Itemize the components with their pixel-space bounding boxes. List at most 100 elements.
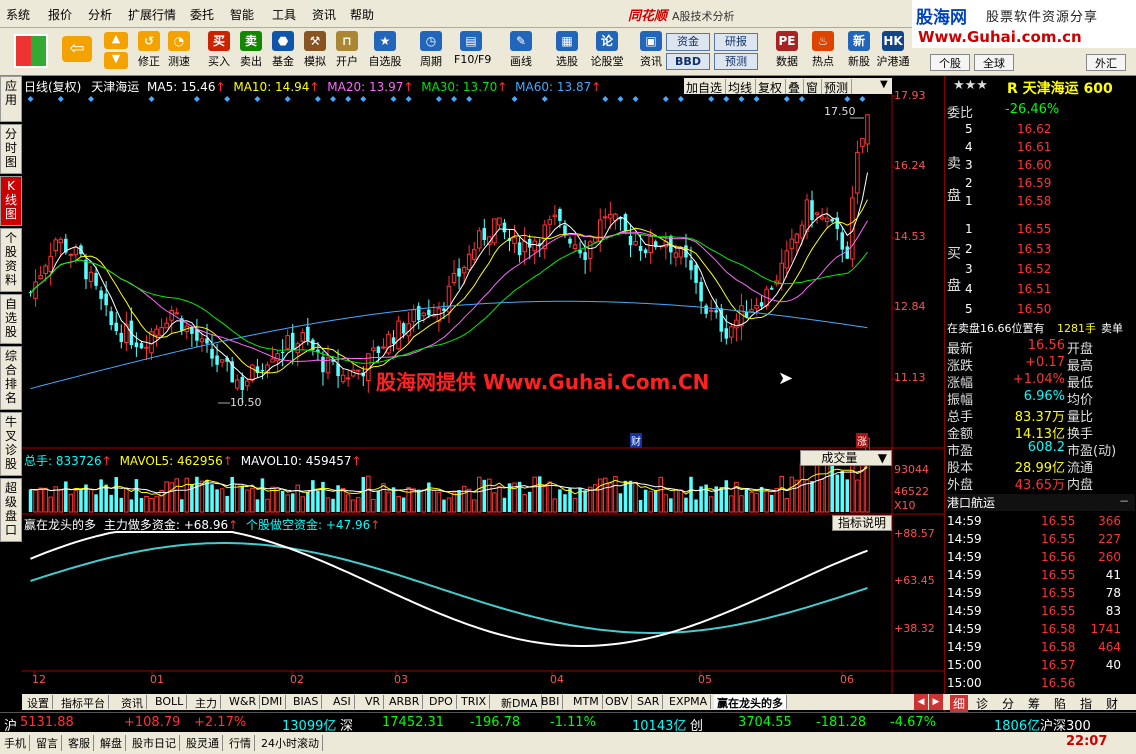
quote-tab-5[interactable]: 指 [1080,695,1092,712]
quote-tab-0[interactable]: 细 [950,695,969,712]
speed-test-button[interactable]: ◔ 测速 [164,31,194,69]
ticks-menu-icon[interactable]: − [1119,494,1129,508]
tab-single-stock[interactable]: 个股 [930,54,970,71]
indicator-tab-10[interactable]: ARBR [386,695,424,709]
quote-tab-6[interactable]: 财 [1106,695,1118,712]
toolbar-button-0[interactable]: 买买入 [202,31,236,69]
indicator-tab-13[interactable]: 新DMA [498,695,542,710]
indicator-tab-2[interactable]: 资讯 [118,695,147,710]
bottom-link-2[interactable]: 客服 [68,735,94,751]
sector-name[interactable]: 港口航运 [947,494,995,511]
indicator-tab-8[interactable]: ASI [330,695,355,709]
toolbar-button-12[interactable]: PE 数据 [770,31,804,69]
menu-item-0[interactable]: 系统 [6,6,30,23]
bottom-link-0[interactable]: 手机 [4,735,30,751]
toolbar-button-15[interactable]: HK 沪港通 [876,31,910,69]
indicator-tab-17[interactable]: SAR [634,695,664,709]
left-tab-3[interactable]: 个股资料 [0,228,22,292]
indicator-tab-1[interactable]: 指标平台 [58,695,109,710]
indicator-tab-11[interactable]: DPO [426,695,457,709]
indicator-tab-12[interactable]: TRIX [458,695,491,709]
indicator-tab-18[interactable]: EXPMA [666,695,712,709]
research-button[interactable]: 研报 [714,33,758,51]
ask-row[interactable]: 5 16.62 [945,122,1135,139]
indicator-tab-16[interactable]: OBV [602,695,633,709]
bottom-link-5[interactable]: 股灵通 [186,735,223,751]
left-tab-6[interactable]: 牛叉诊股 [0,412,22,476]
tab-scroll-left[interactable]: ◀ [914,694,928,710]
ask-row[interactable]: 2 16.59 [945,176,1135,193]
menu-item-8[interactable]: 帮助 [350,6,374,23]
tab-global[interactable]: 全球 [974,54,1014,71]
left-tab-0[interactable]: 应用 [0,76,22,122]
bid-row[interactable]: 3 16.52 [945,262,1135,279]
volume-dropdown[interactable]: 成交量 ▼ [800,450,892,466]
menu-item-5[interactable]: 智能 [230,6,254,23]
indicator-help-button[interactable]: 指标说明 [832,515,892,531]
indicator-tab-19[interactable]: 赢在龙头的多 [714,695,787,710]
indicator-tab-15[interactable]: MTM [570,695,603,709]
fix-button[interactable]: ↺ 修正 [134,31,164,69]
bottom-link-4[interactable]: 股市日记 [132,735,180,751]
left-tab-7[interactable]: 超级盘口 [0,478,22,542]
toolbar-button-1[interactable]: 卖卖出 [234,31,268,69]
forecast-button[interactable]: 预测 [714,53,758,70]
period-label[interactable]: 日线(复权) [24,80,81,94]
indicator-tab-9[interactable]: VR [362,695,385,709]
fund-button[interactable]: 资金 [666,33,710,51]
indicator-tab-5[interactable]: W&R [226,695,261,709]
indicator-name[interactable]: 赢在龙头的多 [24,518,96,532]
indicator-tab-3[interactable]: BOLL [152,695,188,709]
menu-item-1[interactable]: 报价 [48,6,72,23]
toolbar-button-7[interactable]: ▤ F10/F9 [454,31,491,66]
toolbar-button-13[interactable]: ♨ 热点 [806,31,840,69]
menu-item-6[interactable]: 工具 [272,6,296,23]
left-tab-5[interactable]: 综合排名 [0,346,22,410]
toolbar-button-11[interactable]: ▣ 资讯 [634,31,668,69]
toolbar-button-3[interactable]: ⚒ 模拟 [298,31,332,69]
chart-menu-chevron-icon[interactable]: ▼ [880,79,888,90]
toolbar-button-2[interactable]: ⬣ 基金 [266,31,300,69]
indicator-tab-0[interactable]: 设置 [24,695,53,710]
toolbar-button-5[interactable]: ★ 自选股 [368,31,402,69]
bid-row[interactable]: 2 16.53 [945,242,1135,259]
ask-row[interactable]: 4 16.61 [945,140,1135,157]
bid-row[interactable]: 1 16.55 [945,222,1135,239]
layout-icon[interactable] [14,34,48,68]
left-tab-4[interactable]: 自选股 [0,294,22,344]
quote-tab-3[interactable]: 筹 [1028,695,1040,712]
indicator-tab-7[interactable]: BIAS [290,695,323,709]
quote-tab-1[interactable]: 诊 [976,695,988,712]
indicator-tab-4[interactable]: 主力 [192,695,221,710]
quote-tab-4[interactable]: 陷 [1054,695,1066,712]
toolbar-button-4[interactable]: ⊓ 开户 [330,31,364,69]
indicator-tab-14[interactable]: BBI [538,695,564,709]
scroll-down-button[interactable]: ▼ [104,52,128,69]
tab-forex[interactable]: 外汇 [1086,54,1126,71]
financial-report-marker[interactable]: 财 [630,433,642,448]
toolbar-button-14[interactable]: 新新股 [842,31,876,69]
bid-row[interactable]: 5 16.50 [945,302,1135,319]
left-tab-2[interactable]: K线图 [0,176,22,226]
toolbar-button-8[interactable]: ✎ 画线 [504,31,538,69]
menu-item-3[interactable]: 扩展行情 [128,6,176,23]
ask-row[interactable]: 1 16.58 [945,194,1135,211]
bottom-link-1[interactable]: 留言 [36,735,62,751]
bbd-button[interactable]: BBD [666,53,710,70]
bid-row[interactable]: 4 16.51 [945,282,1135,299]
menu-item-7[interactable]: 资讯 [312,6,336,23]
toolbar-button-9[interactable]: ▦ 选股 [550,31,584,69]
bottom-link-3[interactable]: 解盘 [100,735,126,751]
toolbar-button-6[interactable]: ◷ 周期 [414,31,448,69]
menu-item-2[interactable]: 分析 [88,6,112,23]
back-button[interactable]: ⇦ [62,36,92,62]
scroll-up-button[interactable]: ▲ [104,32,128,49]
ask-row[interactable]: 3 16.60 [945,158,1135,175]
bottom-link-7[interactable]: 24小时滚动 [261,735,323,751]
left-tab-1[interactable]: 分时图 [0,124,22,174]
menu-item-4[interactable]: 委托 [190,6,214,23]
quote-tab-2[interactable]: 分 [1002,695,1014,712]
bottom-link-6[interactable]: 行情 [229,735,255,751]
tab-scroll-right[interactable]: ▶ [929,694,943,710]
indicator-tab-6[interactable]: DMI [258,695,287,709]
